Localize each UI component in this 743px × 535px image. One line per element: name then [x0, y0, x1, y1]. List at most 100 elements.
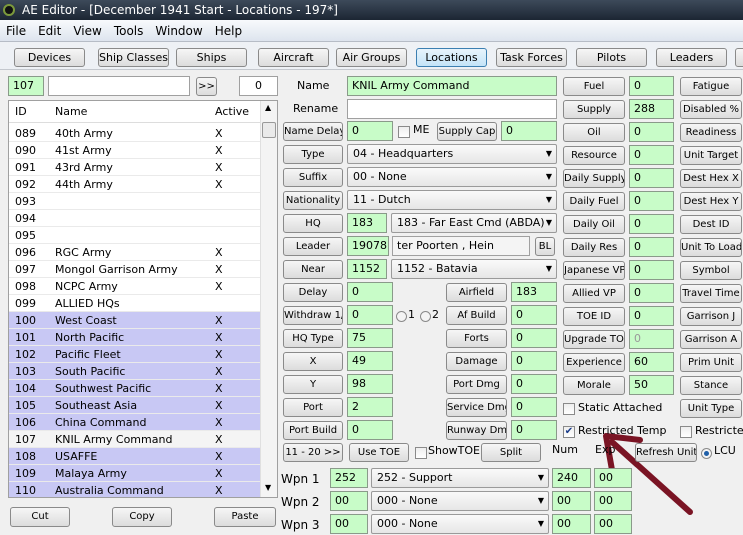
- split-button[interactable]: Split: [481, 443, 541, 462]
- x-field[interactable]: 49: [347, 351, 393, 371]
- list-row[interactable]: 104 Southwest Pacific X: [9, 380, 261, 397]
- port-build-field[interactable]: 0: [347, 420, 393, 440]
- toolbar-locations-button[interactable]: Locations: [416, 48, 487, 67]
- list-row[interactable]: 110 Australia Command X: [9, 482, 261, 497]
- hq-button[interactable]: HQ: [283, 214, 343, 233]
- weapon-exp-field[interactable]: 00: [594, 514, 632, 534]
- japanese-vp-button[interactable]: Japanese VP: [563, 261, 625, 280]
- list-row[interactable]: 109 Malaya Army X: [9, 465, 261, 482]
- daily-oil-field[interactable]: 0: [629, 214, 674, 234]
- morale-field[interactable]: 50: [629, 375, 674, 395]
- menu-tools[interactable]: Tools: [108, 20, 150, 42]
- toe-id-button[interactable]: TOE ID: [563, 307, 625, 326]
- withdraw-field[interactable]: 0: [347, 305, 393, 325]
- y-button[interactable]: Y: [283, 375, 343, 394]
- list-row[interactable]: 095: [9, 227, 261, 244]
- toolbar-more-button[interactable]: [735, 48, 743, 67]
- fuel-button[interactable]: Fuel: [563, 77, 625, 96]
- menu-window[interactable]: Window: [149, 20, 208, 42]
- garrison-a-button[interactable]: Garrison A: [680, 330, 742, 349]
- daily-supply-field[interactable]: 0: [629, 168, 674, 188]
- weapon-num-field[interactable]: 240: [552, 468, 591, 488]
- list-row[interactable]: 105 Southeast Asia X: [9, 397, 261, 414]
- daily-oil-button[interactable]: Daily Oil: [563, 215, 625, 234]
- list-row[interactable]: 089 40th Army X: [9, 125, 261, 142]
- list-row[interactable]: 090 41st Army X: [9, 142, 261, 159]
- disabled-button[interactable]: Disabled %: [680, 100, 742, 119]
- damage-field[interactable]: 0: [511, 351, 557, 371]
- list-row[interactable]: 108 USAFFE X: [9, 448, 261, 465]
- withdraw-button[interactable]: Withdraw 1/2: [283, 306, 343, 325]
- experience-button[interactable]: Experience: [563, 353, 625, 372]
- oil-button[interactable]: Oil: [563, 123, 625, 142]
- column-header-id[interactable]: ID: [15, 101, 27, 123]
- undefined-button[interactable]: Type: [283, 145, 343, 164]
- weapon-exp-field[interactable]: 00: [594, 491, 632, 511]
- bl-button[interactable]: BL: [535, 237, 555, 256]
- list-row[interactable]: 106 China Command X: [9, 414, 261, 431]
- leader-button[interactable]: Leader: [283, 237, 343, 256]
- paste-button[interactable]: Paste: [214, 507, 276, 527]
- column-header-active[interactable]: Active: [215, 101, 249, 123]
- weapon-select[interactable]: 252 - Support ▼: [371, 468, 549, 488]
- scroll-thumb[interactable]: [262, 122, 276, 138]
- leader-id-field[interactable]: 19078: [347, 236, 389, 256]
- near-id-field[interactable]: 1152: [347, 259, 387, 279]
- forts-field[interactable]: 0: [511, 328, 557, 348]
- restricted-temp-checkbox[interactable]: ✔: [563, 426, 575, 438]
- daily-res-button[interactable]: Daily Res: [563, 238, 625, 257]
- toolbar-task-forces-button[interactable]: Task Forces: [496, 48, 567, 67]
- list-row[interactable]: 097 Mongol Garrison Army X: [9, 261, 261, 278]
- list-row[interactable]: 094: [9, 210, 261, 227]
- list-row[interactable]: 101 North Pacific X: [9, 329, 261, 346]
- runway-dmg-button[interactable]: Runway Dmg: [446, 421, 507, 440]
- delay-button[interactable]: Delay: [283, 283, 343, 302]
- weapon-exp-field[interactable]: 00: [594, 468, 632, 488]
- menu-file[interactable]: File: [0, 20, 32, 42]
- unit-target-button[interactable]: Unit Target: [680, 146, 742, 165]
- port-button[interactable]: Port: [283, 398, 343, 417]
- scroll-up-icon[interactable]: ▲: [265, 103, 271, 112]
- list-row[interactable]: 098 NCPC Army X: [9, 278, 261, 295]
- fatigue-button[interactable]: Fatigue: [680, 77, 742, 96]
- fuel-field[interactable]: 0: [629, 76, 674, 96]
- toolbar-devices-button[interactable]: Devices: [14, 48, 85, 67]
- port-build-button[interactable]: Port Build: [283, 421, 343, 440]
- column-header-name[interactable]: Name: [55, 101, 87, 123]
- rename-field[interactable]: [347, 99, 557, 119]
- readiness-button[interactable]: Readiness: [680, 123, 742, 142]
- runway-dmg-field[interactable]: 0: [511, 420, 557, 440]
- use-toe-button[interactable]: Use TOE: [349, 443, 409, 462]
- stance-button[interactable]: Stance: [680, 376, 742, 395]
- service-dmg-field[interactable]: 0: [511, 397, 557, 417]
- show-toe-checkbox[interactable]: [415, 447, 427, 459]
- list-row[interactable]: 107 KNIL Army Command X: [9, 431, 261, 448]
- list-row[interactable]: 093: [9, 193, 261, 210]
- airfield-button[interactable]: Airfield: [446, 283, 507, 302]
- morale-button[interactable]: Morale: [563, 376, 625, 395]
- restricted-p-checkbox[interactable]: [680, 426, 692, 438]
- weapon-num-field[interactable]: 00: [552, 514, 591, 534]
- prim-unit-button[interactable]: Prim Unit: [680, 353, 742, 372]
- name-delay-button[interactable]: Name Delay: [283, 122, 343, 141]
- y-field[interactable]: 98: [347, 374, 393, 394]
- toolbar-ship-classes-button[interactable]: Ship Classes: [98, 48, 169, 67]
- list-scrollbar[interactable]: ▲ ▼: [260, 101, 277, 497]
- allied-vp-field[interactable]: 0: [629, 283, 674, 303]
- weapon-id-field[interactable]: 252: [330, 468, 368, 488]
- weapon-select[interactable]: 000 - None ▼: [371, 514, 549, 534]
- weapon-select[interactable]: 000 - None ▼: [371, 491, 549, 511]
- nationality-select[interactable]: 11 - Dutch ▼: [347, 190, 557, 210]
- af-build-field[interactable]: 0: [511, 305, 557, 325]
- japanese-vp-field[interactable]: 0: [629, 260, 674, 280]
- withdraw-radio-2[interactable]: [420, 311, 431, 322]
- near-button[interactable]: Near: [283, 260, 343, 279]
- list-row[interactable]: 100 West Coast X: [9, 312, 261, 329]
- hq-type-button[interactable]: HQ Type: [283, 329, 343, 348]
- airfield-field[interactable]: 183: [511, 282, 557, 302]
- daily-fuel-field[interactable]: 0: [629, 191, 674, 211]
- garrison-j-button[interactable]: Garrison J: [680, 307, 742, 326]
- port-dmg-button[interactable]: Port Dmg: [446, 375, 507, 394]
- copy-button[interactable]: Copy: [112, 507, 172, 527]
- toe-id-field[interactable]: 0: [629, 306, 674, 326]
